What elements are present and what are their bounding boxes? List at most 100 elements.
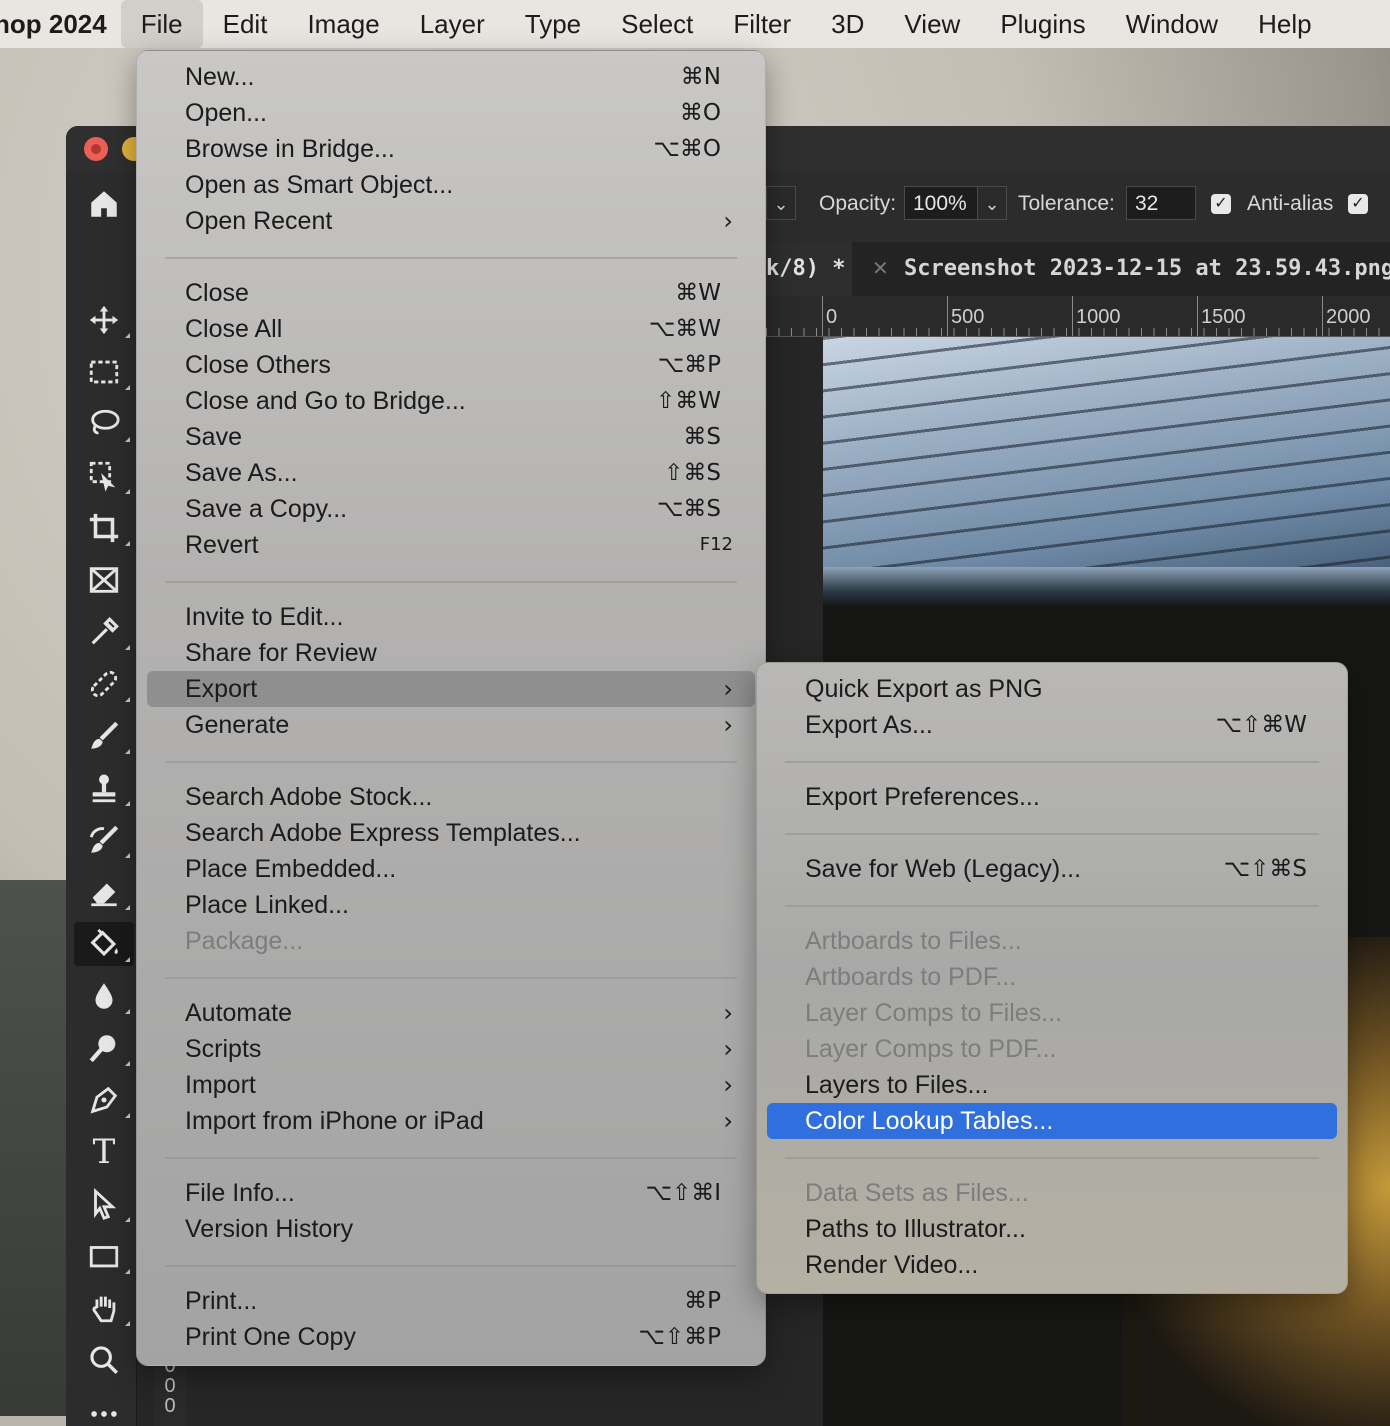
- healing-icon[interactable]: [74, 662, 134, 706]
- file-menu-item-file-info[interactable]: File Info... ⌥⇧⌘I: [147, 1175, 755, 1211]
- paint-bucket-icon[interactable]: [74, 922, 134, 966]
- menu-layer[interactable]: Layer: [400, 0, 505, 48]
- move-icon[interactable]: [74, 298, 134, 342]
- ruler-major-tick: [947, 296, 948, 336]
- menu-item-label: Layer Comps to Files...: [805, 999, 1063, 1027]
- export-menu-item-export-as[interactable]: Export As... ⌥⇧⌘W: [767, 707, 1337, 743]
- brush-icon[interactable]: [74, 714, 134, 758]
- file-menu-item-scripts[interactable]: Scripts ›: [147, 1031, 755, 1067]
- file-menu-item-save-a-copy[interactable]: Save a Copy... ⌥⌘S: [147, 491, 755, 527]
- menu-item-label: Export Preferences...: [805, 783, 1040, 811]
- menu-type[interactable]: Type: [505, 0, 601, 48]
- export-menu-item-layers-to-files[interactable]: Layers to Files...: [767, 1067, 1337, 1103]
- export-menu-item-paths-to-illustrator[interactable]: Paths to Illustrator...: [767, 1211, 1337, 1247]
- export-menu-item-save-for-web-legacy[interactable]: Save for Web (Legacy)... ⌥⇧⌘S: [767, 851, 1337, 887]
- file-menu-item-place-linked[interactable]: Place Linked...: [147, 887, 755, 923]
- home-icon[interactable]: [74, 182, 134, 226]
- file-menu-item-export[interactable]: Export ›: [147, 671, 755, 707]
- history-brush-icon[interactable]: [74, 818, 134, 862]
- tab-screenshot-document[interactable]: Screenshot 2023-12-15 at 23.59.43.png @: [904, 242, 1390, 296]
- menu-image[interactable]: Image: [287, 0, 399, 48]
- hand-icon[interactable]: [74, 1286, 134, 1330]
- type-icon[interactable]: T: [74, 1130, 134, 1174]
- menu-separator: [165, 257, 737, 259]
- file-menu-item-version-history[interactable]: Version History: [147, 1211, 755, 1247]
- close-tab-icon[interactable]: ✕: [872, 242, 889, 296]
- file-menu-item-invite-to-edit[interactable]: Invite to Edit...: [147, 599, 755, 635]
- menu-3d[interactable]: 3D: [811, 0, 884, 48]
- file-menu-item-close-all[interactable]: Close All ⌥⌘W: [147, 311, 755, 347]
- object-select-icon[interactable]: [74, 454, 134, 498]
- file-menu-item-open-recent[interactable]: Open Recent ›: [147, 203, 755, 239]
- chevron-right-icon: ›: [723, 207, 733, 235]
- opacity-dropdown-chevron-icon[interactable]: ⌄: [977, 186, 1007, 220]
- marquee-icon[interactable]: [74, 350, 134, 394]
- file-menu-item-close-others[interactable]: Close Others ⌥⌘P: [147, 347, 755, 383]
- dodge-icon[interactable]: [74, 1026, 134, 1070]
- file-menu-item-save-as[interactable]: Save As... ⇧⌘S: [147, 455, 755, 491]
- antialias-checkbox[interactable]: ✓: [1211, 194, 1231, 214]
- mode-dropdown-chevron-icon[interactable]: ⌄: [766, 186, 796, 220]
- menu-filter[interactable]: Filter: [713, 0, 811, 48]
- zoom-icon[interactable]: [74, 1338, 134, 1382]
- menu-separator: [785, 905, 1319, 907]
- file-menu-item-import[interactable]: Import ›: [147, 1067, 755, 1103]
- tolerance-input[interactable]: 32: [1126, 186, 1196, 220]
- file-menu-item-share-for-review[interactable]: Share for Review: [147, 635, 755, 671]
- export-menu-item-export-preferences[interactable]: Export Preferences...: [767, 779, 1337, 815]
- file-menu-item-print-one-copy[interactable]: Print One Copy ⌥⇧⌘P: [147, 1319, 755, 1355]
- menu-select[interactable]: Select: [601, 0, 713, 48]
- file-menu-item-open-as-smart-object[interactable]: Open as Smart Object...: [147, 167, 755, 203]
- menu-view[interactable]: View: [884, 0, 980, 48]
- menu-window[interactable]: Window: [1106, 0, 1238, 48]
- file-menu-item-place-embedded[interactable]: Place Embedded...: [147, 851, 755, 887]
- file-menu-item-automate[interactable]: Automate ›: [147, 995, 755, 1031]
- file-menu-item-open[interactable]: Open... ⌘O: [147, 95, 755, 131]
- close-window-button[interactable]: [84, 137, 108, 161]
- menu-item-label: Quick Export as PNG: [805, 675, 1043, 703]
- file-menu-item-save[interactable]: Save ⌘S: [147, 419, 755, 455]
- rectangle-icon[interactable]: [74, 1234, 134, 1278]
- contiguous-checkbox[interactable]: ✓: [1348, 194, 1368, 214]
- tab-active-document[interactable]: k/8) *: [766, 242, 852, 296]
- menu-item-label: Import: [185, 1071, 256, 1099]
- menu-file[interactable]: File: [120, 0, 203, 48]
- file-menu-item-new[interactable]: New... ⌘N: [147, 59, 755, 95]
- menu-help[interactable]: Help: [1238, 0, 1331, 48]
- export-menu-item-quick-export-as-png[interactable]: Quick Export as PNG: [767, 671, 1337, 707]
- file-menu-item-generate[interactable]: Generate ›: [147, 707, 755, 743]
- lasso-icon[interactable]: [74, 402, 134, 446]
- menu-plugins[interactable]: Plugins: [980, 0, 1105, 48]
- export-menu-item-render-video[interactable]: Render Video...: [767, 1247, 1337, 1283]
- file-menu-item-browse-in-bridge[interactable]: Browse in Bridge... ⌥⌘O: [147, 131, 755, 167]
- menu-item-label: Import from iPhone or iPad: [185, 1107, 484, 1135]
- menu-edit[interactable]: Edit: [203, 0, 288, 48]
- opacity-input[interactable]: 100%: [904, 186, 978, 220]
- pen-icon[interactable]: [74, 1078, 134, 1122]
- ruler-major-tick: [822, 296, 823, 336]
- crop-icon[interactable]: [74, 506, 134, 550]
- app-menu[interactable]: hop 2024: [0, 9, 121, 40]
- stamp-icon[interactable]: [74, 766, 134, 810]
- file-menu-item-revert[interactable]: Revert F12: [147, 527, 755, 563]
- blur-icon[interactable]: [74, 974, 134, 1018]
- menu-separator: [785, 761, 1319, 763]
- more-icon[interactable]: [74, 1392, 134, 1426]
- menu-item-label: Search Adobe Express Templates...: [185, 819, 581, 847]
- menu-item-shortcut: ⌥⇧⌘I: [645, 1180, 721, 1206]
- eyedropper-icon[interactable]: [74, 610, 134, 654]
- file-menu-item-import-from-iphone-or-ipad[interactable]: Import from iPhone or iPad ›: [147, 1103, 755, 1139]
- file-menu-item-close-and-go-to-bridge[interactable]: Close and Go to Bridge... ⇧⌘W: [147, 383, 755, 419]
- file-menu-item-close[interactable]: Close ⌘W: [147, 275, 755, 311]
- menu-item-label: Save a Copy...: [185, 495, 348, 523]
- export-menu-item-color-lookup-tables[interactable]: Color Lookup Tables...: [767, 1103, 1337, 1139]
- path-select-icon[interactable]: [74, 1182, 134, 1226]
- ruler-ticks: [766, 328, 1390, 336]
- file-menu-item-search-adobe-express-templates[interactable]: Search Adobe Express Templates...: [147, 815, 755, 851]
- menu-item-shortcut: F12: [699, 534, 733, 555]
- eraser-icon[interactable]: [74, 870, 134, 914]
- file-menu-item-search-adobe-stock[interactable]: Search Adobe Stock...: [147, 779, 755, 815]
- frame-icon[interactable]: [74, 558, 134, 602]
- file-menu-item-print[interactable]: Print... ⌘P: [147, 1283, 755, 1319]
- menu-item-label: New...: [185, 63, 255, 91]
